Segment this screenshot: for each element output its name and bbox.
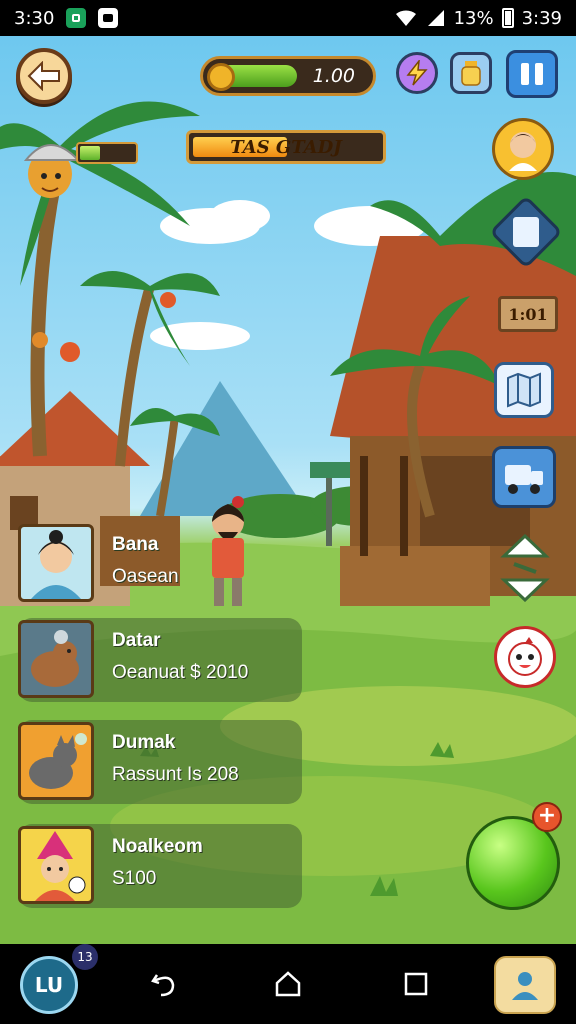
character-portrait [18,620,94,698]
shop-button[interactable] [450,52,492,94]
character-name: Bana [112,534,159,555]
character-portrait [18,826,94,904]
navigation-bar: LU 13 [0,944,576,1024]
timer-sign-text: 1:01 [508,304,548,324]
pause-bar-right [535,63,543,85]
gnome-portrait-icon [35,831,86,901]
profile-portrait-button[interactable] [492,118,554,180]
character-detail: S100 [112,868,157,889]
player-health-bar [76,142,138,164]
capybara-portrait-icon [31,630,79,687]
player-avatar[interactable] [20,120,90,230]
character-portrait [18,722,94,800]
map-icon [507,372,541,408]
signal-icon [427,10,444,26]
character-name: Noalkeom [112,836,203,857]
character-detail: Rassunt Is 208 [112,764,239,785]
character-detail: Oasean [112,566,179,587]
pet-button[interactable] [494,626,556,688]
truck-icon [505,465,543,494]
timer-sign[interactable]: 1:01 [498,296,558,332]
status-bar: 3:30 13% 3:39 [0,0,576,36]
delivery-button[interactable] [492,446,556,508]
lightning-icon [406,60,428,86]
player-health-fill [80,146,100,160]
boost-button[interactable] [396,52,438,94]
swap-arrows-icon [500,534,550,602]
home-nav-button[interactable] [270,966,306,1002]
game-scene[interactable]: 1.00 TAS GTADJ 1:01 + Bana Oasean Datar … [0,36,576,944]
status-time-right: 3:39 [521,7,562,29]
app-shortcut-button[interactable]: LU [20,956,78,1014]
square-icon [404,972,428,996]
app-shortcut-label: LU [34,973,64,997]
pause-bar-left [521,63,529,85]
app-notification-icon [66,8,87,28]
coin-counter: 1.00 [200,56,376,96]
character-portrait [18,524,94,602]
character-card[interactable]: Dumak Rassunt Is 208 [18,720,302,804]
back-nav-button[interactable] [146,966,182,1002]
back-button[interactable] [16,48,72,104]
character-detail: Oeanuat $ 2010 [112,662,249,683]
level-progress-bar: TAS GTADJ [186,130,386,164]
profile-nav-button[interactable] [494,956,556,1014]
pet-face-icon [508,637,542,676]
coin-icon [207,63,235,91]
map-button[interactable] [494,362,554,418]
battery-percent: 13% [453,7,494,29]
pause-button[interactable] [506,50,558,98]
app-notification-badge: 13 [72,944,98,970]
jar-icon [461,61,481,86]
character-portrait-icon [509,132,537,171]
status-time: 3:30 [14,7,55,29]
character-name: Datar [112,630,161,651]
swap-button[interactable] [500,534,550,602]
wifi-icon [395,10,416,26]
character-card[interactable]: Noalkeom S100 [18,824,302,908]
cat-portrait-icon [29,733,87,789]
recents-nav-button[interactable] [398,966,434,1002]
player-face-icon [23,144,81,198]
home-icon [275,971,301,997]
undo-arrow-icon [151,974,175,997]
character-card[interactable]: Datar Oeanuat $ 2010 [18,618,302,702]
level-progress-label: TAS GTADJ [230,137,342,158]
arrow-left-icon [27,61,60,91]
add-badge-icon[interactable]: + [532,802,562,832]
coin-value: 1.00 [312,65,355,87]
battery-icon [501,8,514,28]
clipboard-icon [513,217,539,247]
app-badge-count: 13 [77,950,93,964]
character-name: Dumak [112,732,176,753]
message-notification-icon [98,8,119,28]
woman-portrait-icon [31,530,81,599]
character-card[interactable]: Bana Oasean [18,522,302,606]
user-icon [512,972,538,1000]
